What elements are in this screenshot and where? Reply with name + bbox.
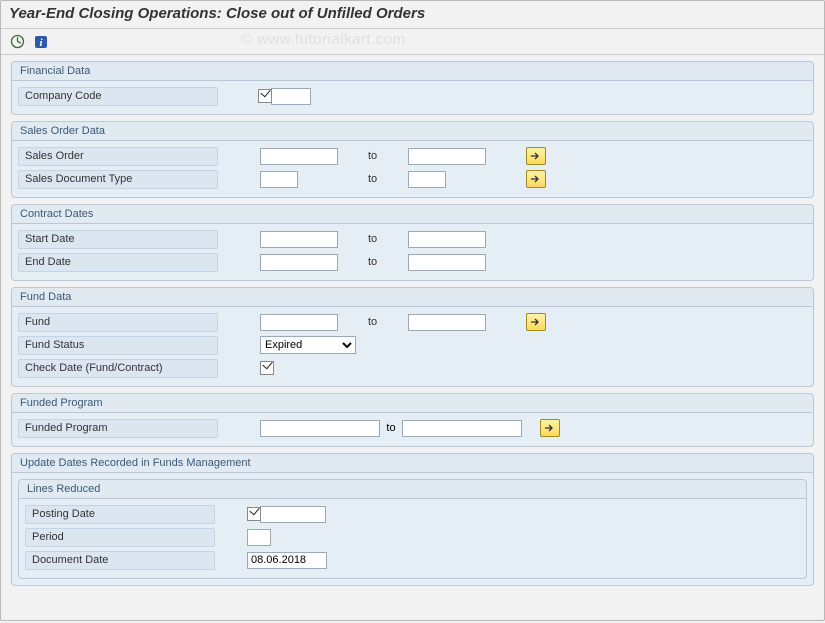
- panel-sales-order-data: Sales Order Data Sales Order to Sales Do…: [11, 121, 814, 198]
- company-code-input[interactable]: [271, 88, 311, 105]
- watermark: © www.tutorialkart.com: [241, 31, 406, 48]
- posting-date-required-indicator[interactable]: [247, 507, 261, 521]
- page-title: Year-End Closing Operations: Close out o…: [9, 5, 425, 22]
- fund-label: Fund: [18, 313, 218, 332]
- fund-status-label: Fund Status: [18, 336, 218, 355]
- toolbar: i © www.tutorialkart.com: [1, 29, 824, 55]
- sales-order-to-input[interactable]: [408, 148, 486, 165]
- funded-program-label: Funded Program: [18, 419, 218, 438]
- fund-from-input[interactable]: [260, 314, 338, 331]
- panel-lines-reduced: Lines Reduced Posting Date Period D: [18, 479, 807, 579]
- start-date-to-input[interactable]: [408, 231, 486, 248]
- execute-button[interactable]: [7, 32, 27, 52]
- funded-program-multiselect-button[interactable]: [540, 419, 560, 437]
- sales-doc-type-multiselect-button[interactable]: [526, 170, 546, 188]
- start-date-from-input[interactable]: [260, 231, 338, 248]
- to-label-2: to: [338, 173, 408, 185]
- fund-status-select[interactable]: Expired: [260, 336, 356, 354]
- info-button[interactable]: i: [31, 32, 51, 52]
- end-date-to-input[interactable]: [408, 254, 486, 271]
- to-label-4: to: [338, 256, 408, 268]
- panel-financial-data: Financial Data Company Code: [11, 61, 814, 115]
- company-code-label: Company Code: [18, 87, 218, 106]
- panel-title-funded-program: Funded Program: [12, 394, 813, 413]
- to-label-3: to: [338, 233, 408, 245]
- to-label-5: to: [338, 316, 408, 328]
- start-date-label: Start Date: [18, 230, 218, 249]
- period-label: Period: [25, 528, 215, 547]
- company-code-required-indicator[interactable]: [258, 89, 272, 103]
- end-date-label: End Date: [18, 253, 218, 272]
- panel-title-financial: Financial Data: [12, 62, 813, 81]
- panel-title-sales: Sales Order Data: [12, 122, 813, 141]
- panel-title-update: Update Dates Recorded in Funds Managemen…: [12, 454, 813, 473]
- sales-order-multiselect-button[interactable]: [526, 147, 546, 165]
- panel-title-fund: Fund Data: [12, 288, 813, 307]
- document-date-input[interactable]: [247, 552, 327, 569]
- sales-order-from-input[interactable]: [260, 148, 338, 165]
- period-input[interactable]: [247, 529, 271, 546]
- panel-funded-program: Funded Program Funded Program to: [11, 393, 814, 447]
- check-date-label: Check Date (Fund/Contract): [18, 359, 218, 378]
- main-content: Financial Data Company Code Sales Order …: [1, 55, 824, 596]
- to-label: to: [338, 150, 408, 162]
- document-date-label: Document Date: [25, 551, 215, 570]
- sales-doc-type-from-input[interactable]: [260, 171, 298, 188]
- sales-doc-type-label: Sales Document Type: [18, 170, 218, 189]
- fund-to-input[interactable]: [408, 314, 486, 331]
- panel-title-contract: Contract Dates: [12, 205, 813, 224]
- posting-date-input[interactable]: [260, 506, 326, 523]
- sales-order-label: Sales Order: [18, 147, 218, 166]
- panel-contract-dates: Contract Dates Start Date to End Date to: [11, 204, 814, 281]
- to-label-6: to: [380, 422, 402, 434]
- panel-title-lines-reduced: Lines Reduced: [19, 480, 806, 499]
- funded-program-to-input[interactable]: [402, 420, 522, 437]
- posting-date-label: Posting Date: [25, 505, 215, 524]
- panel-fund-data: Fund Data Fund to Fund Status Expired: [11, 287, 814, 387]
- end-date-from-input[interactable]: [260, 254, 338, 271]
- title-bar: Year-End Closing Operations: Close out o…: [1, 1, 824, 29]
- sales-doc-type-to-input[interactable]: [408, 171, 446, 188]
- funded-program-from-input[interactable]: [260, 420, 380, 437]
- panel-update-dates: Update Dates Recorded in Funds Managemen…: [11, 453, 814, 586]
- fund-multiselect-button[interactable]: [526, 313, 546, 331]
- check-date-checkbox[interactable]: [260, 361, 274, 375]
